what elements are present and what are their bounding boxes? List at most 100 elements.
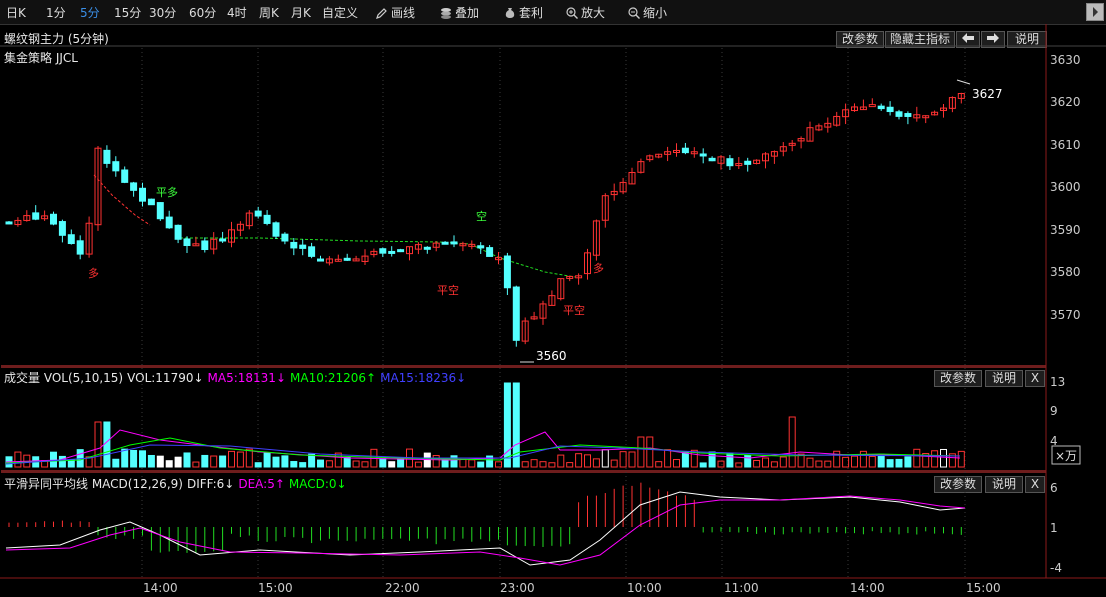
panel-divider [1,365,1046,368]
volume-bar [690,449,698,468]
candle-body [219,238,227,242]
price-label: 3620 [1050,95,1081,109]
volume-bar [824,460,832,468]
trailing-line [175,237,576,278]
main-params-button[interactable]: 改参数 [836,31,884,48]
candle-body [32,212,40,220]
time-label: 22:00 [385,581,420,595]
volume-bar [343,457,351,468]
volume-params-button[interactable]: 改参数 [934,370,982,387]
candle-body [788,142,796,146]
period-5min[interactable]: 5分 [80,4,100,21]
candle-body [308,246,316,257]
macd-params-button[interactable]: 改参数 [934,476,982,493]
period-1min[interactable]: 1分 [46,4,66,21]
candle-body [441,241,449,245]
volume-bar [779,456,787,468]
volume-bar [548,462,556,468]
toolbar-scroll-button[interactable] [1086,3,1104,21]
candle-body [708,157,716,162]
time-label: 11:00 [724,581,759,595]
signal-long: 多 [88,266,99,280]
macd-explain-button[interactable]: 说明 [985,476,1023,493]
volume-bar [957,450,965,468]
time-label: 10:00 [627,581,662,595]
main-explain-button[interactable]: 说明 [1007,31,1047,48]
candle-body [67,234,75,245]
time-label: 14:00 [850,581,885,595]
candle-body [236,223,244,231]
strategy-label: 集金策略 JJCL [4,51,78,65]
next-indicator-button[interactable] [981,31,1005,48]
candle-body [539,303,547,319]
macd-close-button[interactable]: X [1025,476,1045,493]
candle-body [14,219,22,226]
volume-bar [183,452,191,468]
zoom-in-button[interactable]: 放大 [566,4,605,21]
time-label: 14:00 [143,581,178,595]
signal-long: 多 [593,261,604,275]
arbitrage-button[interactable]: 套利 [504,4,543,21]
candle-body [495,257,502,261]
macd-legend: 平滑异同平均线 MACD(12,26,9) DIFF:6↓ DEA:5↑ MACD:0… [4,475,351,492]
candle-body [895,111,903,117]
candle-body [58,221,66,236]
volume-bar [76,449,84,468]
arrow-right-icon [987,33,999,43]
candle-body [254,210,262,217]
volume-bar [708,451,716,468]
macd-indicator-title: 平滑异同平均线 MACD(12,26,9) [4,477,183,491]
draw-line-button[interactable]: 画线 [376,4,415,21]
candle-body [548,295,556,306]
volume-bar [637,436,645,468]
period-daily[interactable]: 日K [6,4,26,21]
volume-bar [895,458,903,468]
period-15min[interactable]: 15分 [114,4,141,21]
candle-body [779,146,787,152]
volume-bar [121,448,129,468]
volume-indicator-title: 成交量 VOL(5,10,15) [4,371,124,385]
candle-body [584,252,591,275]
zoom-out-button[interactable]: 缩小 [628,4,667,21]
overlay-button[interactable]: 叠加 [440,4,479,21]
panel-divider [1,470,1046,473]
volume-bar [833,450,841,468]
candle-body [957,93,965,99]
volume-bar [139,450,146,468]
volume-explain-button[interactable]: 说明 [985,370,1023,387]
volume-bar [601,449,609,468]
zoom-out-icon [628,7,640,19]
period-monthly[interactable]: 月K [291,4,311,21]
candle-body [183,238,191,247]
period-4hour[interactable]: 4时 [227,4,247,21]
price-label: 3610 [1050,138,1081,152]
volume-bar [67,459,75,468]
volume-bar [263,452,271,468]
signal-close-short: 平空 [437,283,459,297]
candle-body [637,161,645,173]
signal-close-short: 平空 [563,303,585,317]
candle-body [886,106,894,113]
volume-close-button[interactable]: X [1025,370,1045,387]
period-custom[interactable]: 自定义 [322,4,358,21]
candle-body [592,220,600,256]
volume-bar [735,462,743,468]
volume-ma10-line [5,437,961,464]
signal-short: 空 [476,209,487,223]
volume-legend: 成交量 VOL(5,10,15) VOL:11790↓ MA5:18131↓ MA10… [4,369,470,386]
hide-main-indicator-button[interactable]: 隐藏主指标 [885,31,955,48]
period-30min[interactable]: 30分 [149,4,176,21]
candle-body [681,147,689,154]
period-weekly[interactable]: 周K [259,4,279,21]
candle-body [388,250,396,254]
period-60min[interactable]: 60分 [189,4,216,21]
prev-indicator-button[interactable] [956,31,980,48]
candle-body [931,111,939,116]
candle-body [406,246,413,255]
macd-histogram [5,482,966,566]
volume-bar [103,421,111,468]
volume-bar [236,451,244,468]
volume-bar [245,448,253,468]
candle-body [299,244,307,249]
candle-body [833,115,841,126]
